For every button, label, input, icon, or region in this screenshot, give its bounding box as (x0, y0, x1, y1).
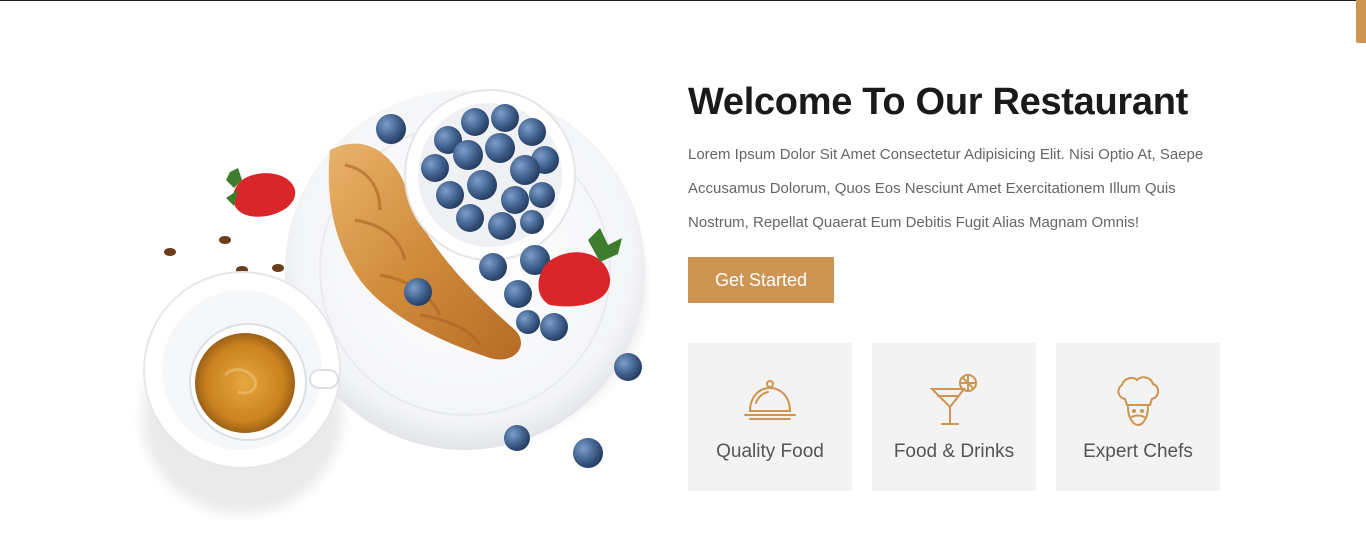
scrollbar-thumb[interactable] (1356, 0, 1366, 43)
feature-label-quality-food: Quality Food (716, 441, 824, 462)
top-border (0, 0, 1366, 1)
welcome-description: Lorem Ipsum Dolor Sit Amet Consectetur A… (688, 146, 1204, 231)
chef-hat-icon (1117, 376, 1160, 427)
serving-cloche-icon (744, 380, 796, 420)
feature-card-expert-chefs[interactable]: Expert Chefs (1056, 343, 1220, 491)
feature-cards: Quality Food Food & Drinks Expert Chefs (688, 343, 1220, 491)
hero-breakfast-image (142, 89, 645, 514)
page-title: Welcome To Our Restaurant (688, 81, 1188, 123)
get-started-button[interactable]: Get Started (688, 257, 834, 303)
cocktail-glass-icon (929, 374, 977, 425)
feature-card-quality-food[interactable]: Quality Food (688, 343, 852, 491)
feature-label-expert-chefs: Expert Chefs (1083, 441, 1193, 462)
feature-card-food-drinks[interactable]: Food & Drinks (872, 343, 1036, 491)
welcome-section: Welcome To Our Restaurant Lorem Ipsum Do… (688, 78, 1248, 303)
feature-label-food-drinks: Food & Drinks (893, 441, 1015, 462)
